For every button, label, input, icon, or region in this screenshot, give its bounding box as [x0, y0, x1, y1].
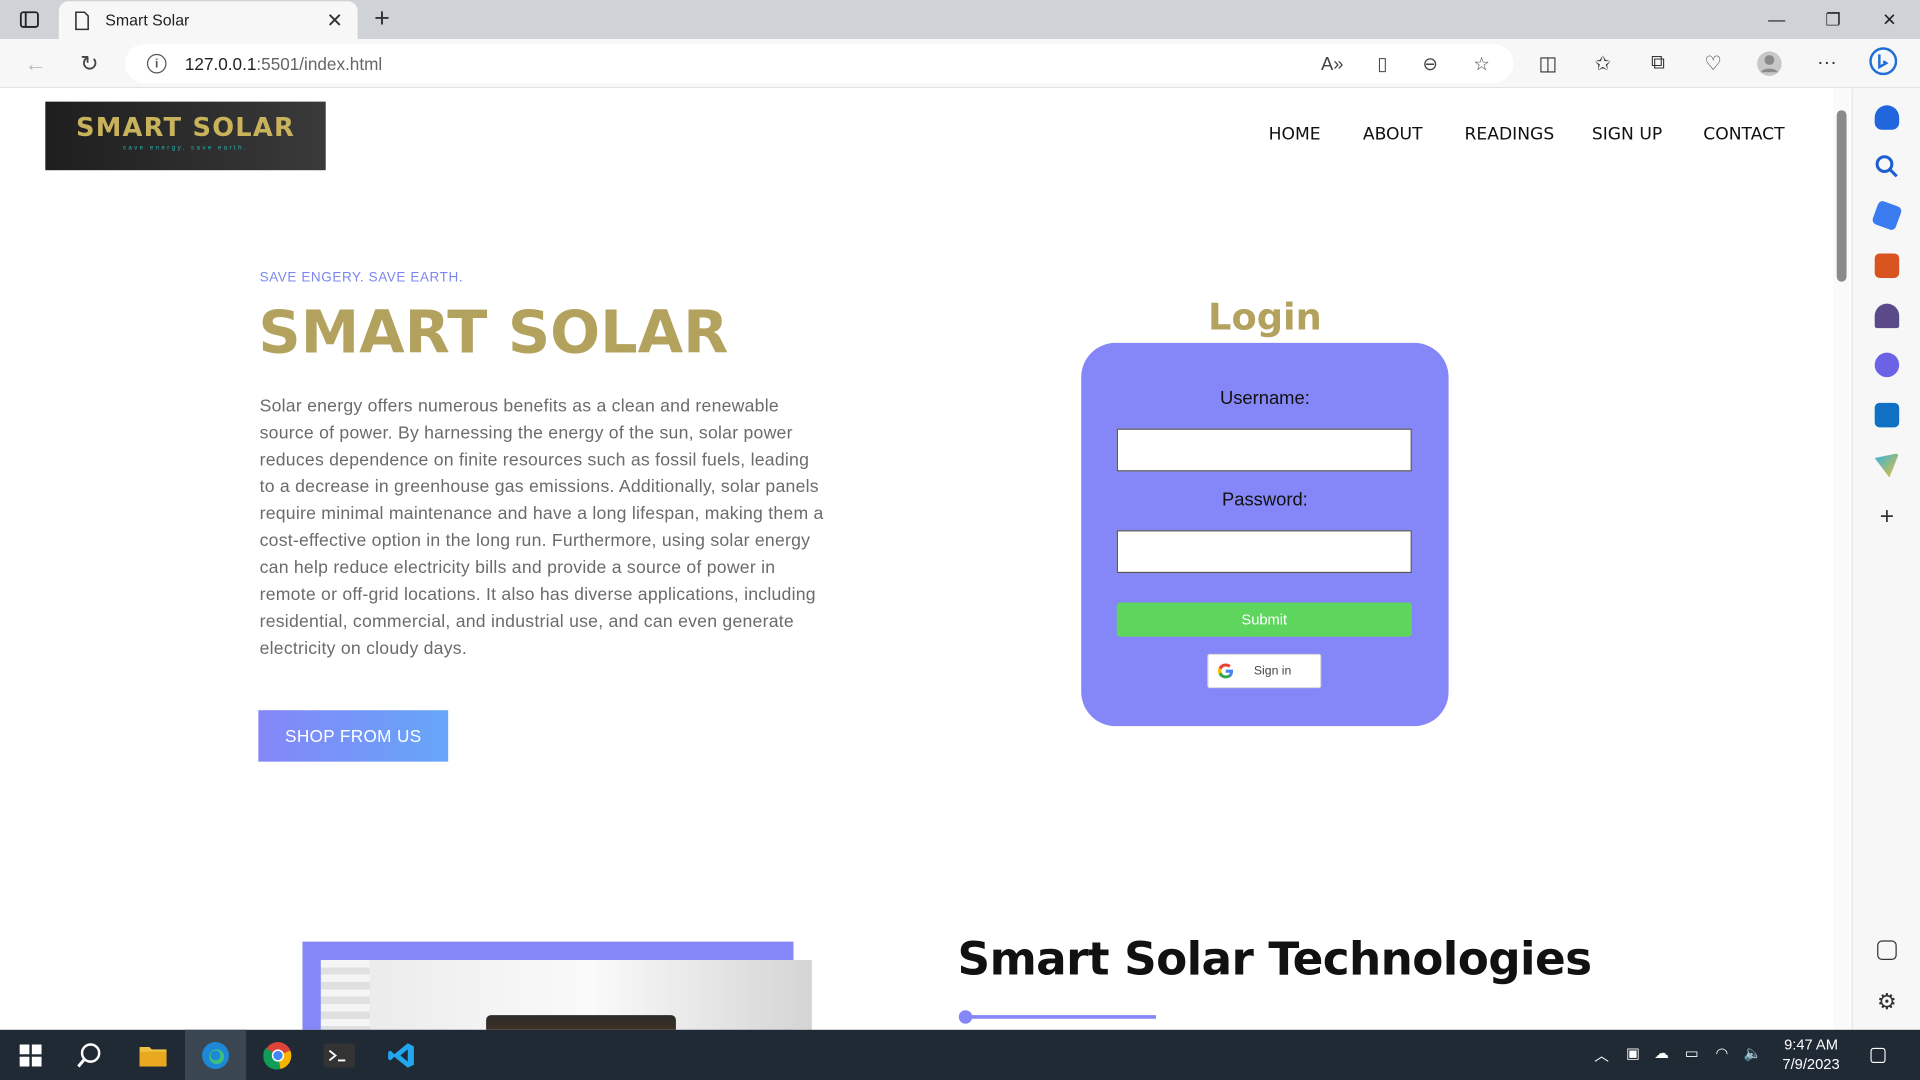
volume-icon[interactable]: 🔈 [1744, 1044, 1762, 1061]
scrollbar-thumb[interactable] [1836, 110, 1847, 282]
nav-about[interactable]: ABOUT [1363, 125, 1423, 145]
games-icon[interactable] [1874, 303, 1900, 329]
microsoft365-icon[interactable] [1874, 352, 1900, 378]
tray-overflow-icon[interactable]: ︿ [1594, 1044, 1609, 1065]
section-underline [964, 1015, 1156, 1019]
read-aloud-icon[interactable]: A» [1318, 49, 1347, 78]
url-host: 127.0.0.1 [184, 53, 257, 74]
hero-tagline: SAVE ENGERY. SAVE EARTH. [259, 270, 464, 286]
google-logo-icon [1217, 663, 1234, 679]
search-taskbar-icon[interactable] [59, 1030, 120, 1080]
chrome-icon[interactable] [247, 1030, 308, 1080]
file-explorer-icon[interactable] [122, 1030, 183, 1080]
username-input[interactable] [1116, 428, 1412, 472]
section-underline-dot [958, 1010, 973, 1024]
tab-close-icon[interactable]: ✕ [326, 8, 342, 32]
window-close-icon[interactable]: ✕ [1861, 0, 1917, 39]
address-bar[interactable]: i 127.0.0.1:5501/index.html [124, 44, 1514, 84]
meet-now-icon[interactable]: ▣ [1626, 1044, 1640, 1061]
shopping-tag-icon[interactable] [1871, 199, 1903, 232]
terminal-icon[interactable] [309, 1030, 370, 1080]
split-screen-icon[interactable]: ◫ [1533, 49, 1562, 78]
onedrive-icon[interactable]: ☁ [1654, 1044, 1669, 1061]
url-path: :5501/index.html [256, 53, 383, 74]
nav-sign-up[interactable]: SIGN UP [1592, 125, 1662, 145]
password-label: Password: [1222, 489, 1308, 511]
login-title: Login [1208, 296, 1322, 340]
sidebar-toggle-icon[interactable] [1877, 940, 1897, 961]
page-icon [75, 10, 89, 30]
bing-copilot-icon[interactable] [1869, 47, 1898, 76]
favorite-star-icon[interactable]: ☆ [1467, 49, 1496, 78]
notification-center-icon[interactable]: ▢ [1869, 1042, 1888, 1066]
logo-title: SMART SOLAR [75, 112, 296, 143]
immersive-reader-icon[interactable]: ▯ [1368, 49, 1397, 78]
site-info-icon[interactable]: i [146, 53, 167, 74]
hero-description: Solar energy offers numerous benefits as… [259, 396, 824, 659]
hero-title: SMART SOLAR [258, 298, 729, 368]
browser-essentials-icon[interactable]: ♡ [1698, 49, 1727, 78]
nav-home[interactable]: HOME [1269, 125, 1321, 145]
tools-icon[interactable] [1874, 253, 1900, 278]
browser-toolbar: ← ↻ i 127.0.0.1:5501/index.html A» ▯ ⊖ ☆ [0, 39, 1920, 89]
browser-tabbar: Smart Solar ✕ + — ❐ ✕ [0, 0, 1920, 40]
username-label: Username: [1219, 388, 1310, 409]
taskbar-clock[interactable]: 9:47 AM 7/9/2023 [1773, 1035, 1849, 1074]
start-icon[interactable] [0, 1030, 61, 1080]
minimize-icon[interactable]: — [1749, 0, 1805, 39]
settings-gear-icon[interactable]: ⚙ [1875, 989, 1899, 1013]
web-page: SMART SOLAR save energy. save earth. HOM… [0, 88, 1834, 1030]
site-logo[interactable]: SMART SOLAR save energy. save earth. [45, 101, 326, 171]
add-sidebar-app-icon[interactable]: + [1875, 504, 1899, 528]
nav-contact[interactable]: CONTACT [1703, 125, 1784, 145]
refresh-icon[interactable]: ↻ [73, 49, 105, 78]
windows-taskbar: ︿ ▣ ☁ ▭ ◠ 🔈 9:47 AM 7/9/2023 ▢ [0, 1029, 1920, 1080]
section-title: Smart Solar Technologies [957, 933, 1592, 986]
clock-time: 9:47 AM [1784, 1035, 1838, 1054]
notifications-bell-icon[interactable] [1874, 105, 1900, 130]
google-sign-in-label: Sign in [1253, 664, 1292, 678]
favorites-icon[interactable]: ✩ [1588, 49, 1617, 78]
outlook-icon[interactable] [1874, 402, 1900, 428]
tab-actions-icon[interactable] [12, 7, 46, 31]
drop-icon[interactable] [1874, 453, 1900, 478]
google-sign-in-button[interactable]: Sign in [1207, 653, 1322, 689]
new-tab-icon[interactable]: + [367, 4, 396, 34]
search-icon[interactable] [1875, 154, 1899, 178]
logo-subtitle: save energy. save earth. [122, 144, 249, 152]
vscode-icon[interactable] [371, 1030, 432, 1080]
collections-icon[interactable]: ⧉ [1643, 49, 1672, 78]
shop-button[interactable]: SHOP FROM US [258, 710, 449, 762]
photo-laptop [486, 1015, 676, 1030]
password-input[interactable] [1116, 530, 1412, 574]
submit-button[interactable]: Submit [1116, 602, 1412, 637]
login-form: Username: Password: Submit Sign in [1081, 342, 1449, 727]
back-icon[interactable]: ← [20, 49, 52, 78]
photo-window [320, 960, 370, 1030]
clock-date: 7/9/2023 [1782, 1055, 1840, 1073]
restore-icon[interactable]: ❐ [1805, 0, 1861, 39]
zoom-icon[interactable]: ⊖ [1416, 49, 1445, 78]
browser-tab-active[interactable]: Smart Solar ✕ [58, 1, 358, 40]
page-scrollbar[interactable] [1833, 88, 1851, 1030]
section-photo [320, 960, 812, 1030]
wifi-icon[interactable]: ◠ [1716, 1044, 1729, 1061]
nav-readings[interactable]: READINGS [1464, 125, 1554, 145]
tab-title: Smart Solar [105, 11, 190, 30]
edge-taskbar-icon[interactable] [184, 1029, 247, 1080]
edge-sidebar: + ⚙ [1851, 88, 1920, 1030]
battery-icon[interactable]: ▭ [1685, 1044, 1699, 1061]
more-options-icon[interactable]: ··· [1812, 49, 1841, 78]
profile-avatar[interactable] [1755, 49, 1784, 78]
